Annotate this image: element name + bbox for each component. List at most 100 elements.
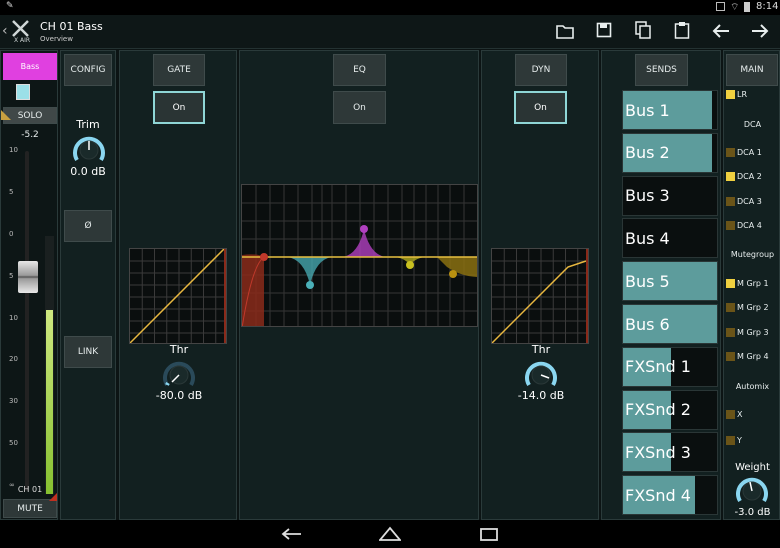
notification-icon: ✎	[6, 1, 14, 11]
toggle-label: M Grp 4	[737, 351, 769, 361]
sends-title-button[interactable]: SENDS	[635, 54, 688, 86]
level-meter-fill	[46, 309, 53, 494]
send-bus-1[interactable]: Bus 1	[622, 90, 718, 130]
redo-arrow-icon[interactable]	[751, 23, 769, 39]
copy-icon[interactable]	[635, 21, 651, 39]
fader-strip: Bass SOLO -5.2 10 5 0 5 10 20 30 50 ∞ CH 01 MUTE	[0, 50, 58, 520]
toggle-m-grp-4[interactable]: M Grp 4	[726, 351, 769, 361]
toggle-dca-4[interactable]: DCA 4	[726, 220, 762, 230]
send-bus-3[interactable]: Bus 3	[622, 175, 718, 216]
toggle-label: DCA 4	[737, 220, 762, 230]
toggle-checkbox[interactable]	[726, 327, 735, 337]
config-button[interactable]: CONFIG	[64, 54, 112, 86]
channel-title: CH 01 Bass	[40, 20, 103, 33]
toggle-label: M Grp 2	[737, 303, 769, 313]
trim-label: Trim	[76, 118, 100, 131]
gate-curve-graph	[129, 248, 227, 344]
fader-scale-tick: 10	[9, 146, 18, 154]
channel-name-button[interactable]: Bass	[3, 53, 57, 80]
toggle-checkbox[interactable]	[726, 410, 735, 419]
eq-curve-graph	[241, 184, 478, 327]
nav-back-icon[interactable]	[280, 527, 302, 541]
eq-band-1-handle[interactable]	[260, 253, 268, 261]
toggle-checkbox[interactable]	[726, 436, 735, 445]
send-label: Bus 5	[625, 271, 670, 291]
title-bar: ‹ X AIR CH 01 Bass Overview	[0, 15, 780, 49]
paste-icon[interactable]	[674, 21, 690, 39]
fader-handle[interactable]	[18, 260, 38, 293]
gate-title-button[interactable]: GATE	[153, 54, 205, 86]
trim-knob[interactable]	[70, 131, 108, 165]
eq-band-2-handle[interactable]	[306, 281, 314, 289]
channel-icon[interactable]	[16, 84, 30, 100]
send-fxsnd-2[interactable]: FXSnd 2	[622, 389, 718, 430]
dyn-threshold-knob[interactable]	[522, 356, 560, 390]
toggle-checkbox[interactable]	[726, 279, 735, 288]
send-bus-4[interactable]: Bus 4	[622, 218, 718, 259]
gate-threshold-knob[interactable]	[160, 356, 198, 390]
eq-band-4-handle[interactable]	[406, 261, 414, 269]
fader-scale-tick: 10	[9, 313, 18, 322]
fader-track[interactable]	[25, 151, 29, 491]
toggle-m-grp-3[interactable]: M Grp 3	[726, 327, 769, 337]
eq-band-5-handle[interactable]	[449, 270, 457, 278]
dyn-panel: DYN On Thr -14.0 dB	[481, 50, 599, 520]
fader-scale-tick: 50	[9, 439, 18, 448]
toggle-dca-1[interactable]: DCA 1	[726, 148, 762, 157]
link-button[interactable]: LINK	[64, 336, 112, 368]
eq-band-3-handle[interactable]	[360, 225, 368, 233]
dyn-title-button[interactable]: DYN	[515, 54, 567, 86]
nav-recents-icon[interactable]	[478, 526, 500, 542]
toggle-dca-2[interactable]: DCA 2	[726, 172, 762, 182]
toggle-x[interactable]: X	[726, 410, 742, 419]
undo-arrow-icon[interactable]	[712, 23, 730, 39]
toggle-m-grp-1[interactable]: M Grp 1	[726, 279, 769, 288]
eq-on-button[interactable]: On	[333, 91, 386, 124]
toggle-checkbox[interactable]	[726, 351, 735, 361]
send-label: FXSnd 1	[625, 357, 691, 377]
wifi-icon: ⌔	[730, 2, 740, 13]
gate-on-button[interactable]: On	[153, 91, 205, 124]
weight-knob[interactable]	[733, 472, 771, 506]
save-icon[interactable]	[596, 22, 612, 38]
toggle-checkbox[interactable]	[726, 148, 735, 157]
nav-home-icon[interactable]	[379, 526, 401, 542]
dyn-on-button[interactable]: On	[514, 91, 567, 124]
vibrate-icon	[716, 2, 725, 11]
back-chevron-icon[interactable]: ‹	[2, 23, 8, 39]
folder-icon[interactable]	[556, 23, 574, 39]
toggle-checkbox[interactable]	[726, 220, 735, 230]
send-fxsnd-3[interactable]: FXSnd 3	[622, 432, 718, 473]
solo-button[interactable]: SOLO	[3, 107, 57, 124]
xair-logo: X AIR	[10, 18, 36, 44]
send-bus-5[interactable]: Bus 5	[622, 261, 718, 302]
gate-thr-value: -80.0 dB	[155, 389, 203, 402]
toggle-label: DCA 3	[737, 196, 762, 206]
fader-scale-tick: 20	[9, 355, 18, 364]
dyn-thr-value: -14.0 dB	[517, 389, 565, 402]
config-panel: CONFIG Trim 0.0 dB Ø LINK	[60, 50, 116, 520]
toggle-checkbox[interactable]	[726, 172, 735, 182]
toggle-checkbox[interactable]	[726, 303, 735, 313]
toggle-dca-3[interactable]: DCA 3	[726, 196, 762, 206]
send-label: FXSnd 3	[625, 442, 691, 462]
eq-title-button[interactable]: EQ	[333, 54, 386, 86]
toggle-checkbox[interactable]	[726, 196, 735, 206]
send-bus-6[interactable]: Bus 6	[622, 304, 718, 344]
main-lr-toggle[interactable]: LR	[726, 90, 747, 99]
send-fxsnd-4[interactable]: FXSnd 4	[622, 475, 718, 516]
toggle-label: X	[737, 410, 743, 419]
send-fxsnd-1[interactable]: FXSnd 1	[622, 346, 718, 387]
phase-invert-button[interactable]: Ø	[64, 210, 112, 242]
weight-value: -3.0 dB	[734, 507, 771, 518]
main-title-button[interactable]: MAIN	[726, 54, 778, 86]
lr-checkbox[interactable]	[726, 90, 735, 99]
fader-value: -5.2	[21, 130, 39, 140]
send-bus-2[interactable]: Bus 2	[622, 132, 718, 173]
battery-icon	[744, 2, 750, 12]
mute-button[interactable]: MUTE	[3, 499, 57, 518]
toggle-m-grp-2[interactable]: M Grp 2	[726, 303, 769, 313]
toggle-y[interactable]: Y	[726, 436, 742, 445]
dyn-thr-label: Thr	[531, 343, 551, 356]
clip-indicator-icon	[49, 493, 57, 501]
